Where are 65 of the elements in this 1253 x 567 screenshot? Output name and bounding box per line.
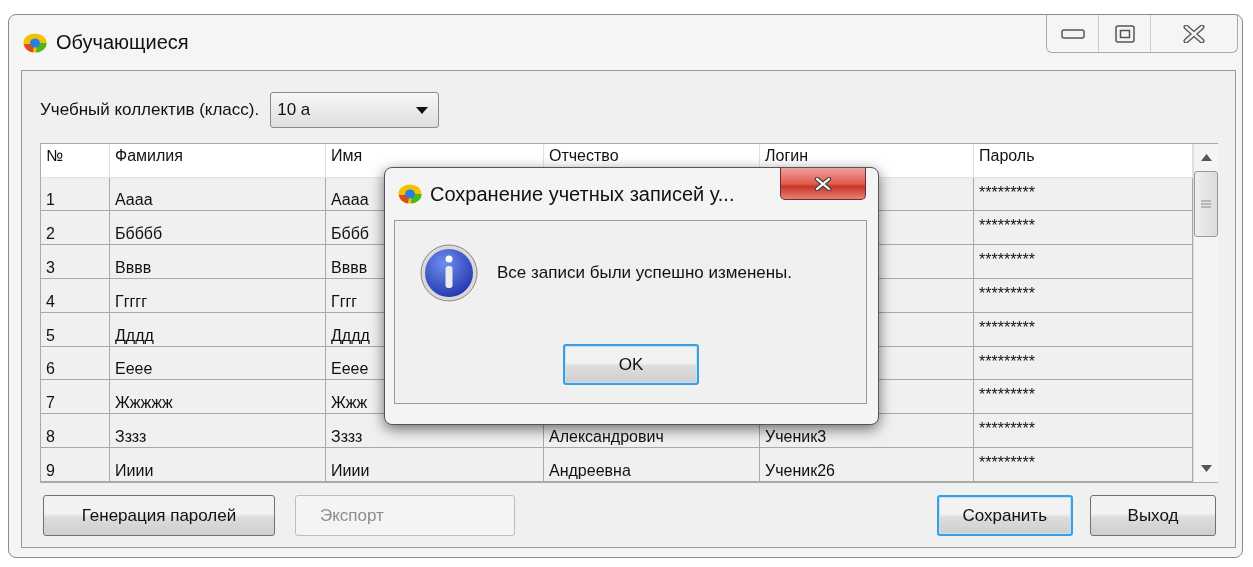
- table-cell: *********: [979, 454, 1036, 472]
- table-cell: Вввв: [331, 259, 368, 276]
- table-cell: 5: [46, 326, 55, 344]
- table-cell: Ученик3: [765, 428, 827, 446]
- table-cell: *********: [979, 251, 1036, 269]
- table-cell: *********: [979, 420, 1036, 438]
- dialog-close-button[interactable]: [780, 168, 866, 200]
- table-cell: Дддд: [331, 326, 370, 344]
- table-cell: Ееее: [331, 360, 369, 378]
- window-title: Обучающиеся: [56, 31, 189, 54]
- table-cell: 1: [46, 191, 55, 209]
- scroll-up-icon[interactable]: [1200, 154, 1212, 161]
- table-cell: Ииии: [331, 462, 370, 479]
- table-cell: Андреевна: [549, 462, 631, 479]
- table-cell: Ученик26: [765, 462, 835, 479]
- table-cell: Аааа: [115, 191, 153, 209]
- table-cell: Жжжжж: [115, 394, 173, 412]
- dialog-title: Сохранение учетных записей у...: [430, 182, 735, 206]
- maximize-icon: [1114, 24, 1135, 43]
- table-cell: 3: [46, 259, 55, 276]
- column-header[interactable]: Пароль: [973, 144, 1193, 177]
- table-cell: 6: [46, 360, 55, 378]
- info-icon: [419, 243, 479, 303]
- action-button[interactable]: Выход: [1090, 495, 1216, 536]
- scrollbar[interactable]: [1193, 144, 1218, 482]
- dropdown-arrow-icon: [416, 106, 429, 114]
- table-cell: 9: [46, 462, 55, 479]
- table-cell: Дддд: [115, 326, 154, 344]
- app-icon: [23, 32, 47, 53]
- minimize-icon: [1060, 28, 1085, 39]
- table-cell: Ббббб: [115, 225, 163, 243]
- table-cell: 4: [46, 292, 55, 310]
- table-cell: *********: [979, 386, 1036, 404]
- table-cell: *********: [979, 318, 1036, 336]
- app-icon: [398, 184, 422, 204]
- dialog-message: Все записи были успешно изменены.: [497, 263, 793, 283]
- table-cell: Гггг: [331, 292, 358, 310]
- table-cell: Аааа: [331, 191, 369, 209]
- table-cell: *********: [979, 217, 1036, 235]
- close-icon: [813, 176, 833, 191]
- table-cell: Зззз: [115, 428, 147, 446]
- table-cell: Бббб: [331, 225, 369, 243]
- close-icon: [1183, 24, 1205, 43]
- table-cell: Зззз: [331, 428, 363, 446]
- table-cell: 8: [46, 428, 55, 446]
- table-cell: Ииии: [115, 462, 154, 479]
- table-cell: *********: [979, 285, 1036, 302]
- class-label: Учебный коллектив (класс).: [40, 100, 260, 120]
- table-cell: 2: [46, 225, 55, 243]
- class-dropdown[interactable]: 10 а: [270, 92, 440, 128]
- scroll-down-icon[interactable]: [1200, 465, 1212, 472]
- scroll-thumb[interactable]: [1194, 171, 1218, 237]
- table-cell: Александрович: [549, 428, 664, 446]
- table-cell: Жжж: [331, 394, 368, 412]
- table-cell: *********: [979, 183, 1036, 201]
- ok-button[interactable]: OK: [563, 344, 699, 385]
- table-cell: Ггггг: [115, 292, 147, 310]
- column-header[interactable]: №: [41, 144, 110, 177]
- table-cell: Вввв: [115, 259, 152, 276]
- action-button[interactable]: Сохранить: [936, 495, 1073, 536]
- column-header[interactable]: Фамилия: [109, 144, 326, 177]
- table-cell: *********: [979, 352, 1036, 370]
- action-button[interactable]: Генерация паролей: [43, 495, 275, 536]
- table-cell: 7: [46, 394, 55, 412]
- table-cell: Ееее: [115, 360, 153, 378]
